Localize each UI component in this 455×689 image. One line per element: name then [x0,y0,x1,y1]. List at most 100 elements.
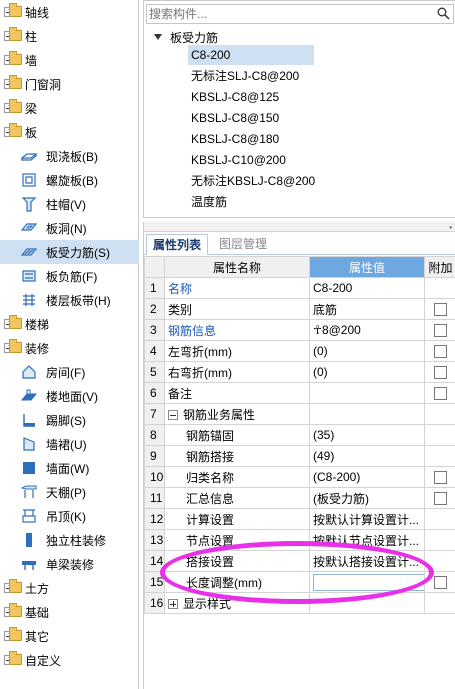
property-row[interactable]: 14 搭接设置 按默认搭接设置计... [144,550,455,572]
nav-item-dado[interactable]: 墙裙(U) [0,432,139,456]
extra-checkbox[interactable] [434,471,447,485]
property-value-cell[interactable]: (C8-200) [309,466,425,488]
nav-group-11[interactable]: 自定义 [0,648,139,672]
nav-group-2[interactable]: 墙 [0,48,139,72]
property-value[interactable]: (49) [313,449,334,463]
component-item[interactable]: KBSLJ-C8@150 [188,108,282,128]
component-item[interactable]: 无标注KBSLJ-C8@200 [188,171,318,191]
component-item[interactable]: C8-200 [188,45,314,65]
nav-item-negative-rebar[interactable]: 板负筋(F) [0,264,139,288]
property-value-cell[interactable]: 底筋 [309,298,425,320]
component-item[interactable]: KBSLJ-C8@180 [188,129,282,149]
property-row[interactable]: 8 钢筋锚固 (35) [144,424,455,446]
property-value-cell[interactable] [309,382,425,404]
property-row[interactable]: 6 备注 [144,382,455,404]
collapse-triangle-icon[interactable] [154,34,162,40]
nav-group-7[interactable]: 装修 [0,336,139,360]
property-value[interactable]: (35) [313,428,334,442]
extra-cell[interactable] [424,466,455,488]
property-row[interactable]: 4 左弯折(mm) (0) [144,340,455,362]
nav-item-column-finish[interactable]: 独立柱装修 [0,528,139,552]
property-value[interactable]: 按默认计算设置计... [313,513,419,527]
extra-checkbox[interactable] [434,576,447,590]
nav-group-0[interactable]: 轴线 [0,0,139,24]
component-item[interactable]: 温度筋 [188,192,230,212]
property-value-cell[interactable] [309,571,425,593]
property-value-cell[interactable]: ☥8@200 [309,319,425,341]
nav-item-column-cap[interactable]: 柱帽(V) [0,192,139,216]
extra-checkbox[interactable] [434,387,447,401]
extra-cell[interactable] [424,361,455,383]
nav-group-1[interactable]: 柱 [0,24,139,48]
extra-cell[interactable] [424,340,455,362]
property-value-cell[interactable]: C8-200 [309,277,425,299]
nav-item-suspended-ceiling[interactable]: 吊顶(K) [0,504,139,528]
property-row[interactable]: 9 钢筋搭接 (49) [144,445,455,467]
property-value[interactable]: ☥8@200 [313,323,361,337]
property-value[interactable]: 按默认搭接设置计... [313,555,419,569]
property-value-editor[interactable] [313,573,424,591]
tree-root[interactable]: 板受力筋 [154,27,218,47]
search-input[interactable] [149,7,434,21]
nav-group-8[interactable]: 土方 [0,576,139,600]
nav-item-beam-finish[interactable]: 单梁装修 [0,552,139,576]
property-value[interactable]: (0) [313,344,328,358]
nav-group-3[interactable]: 门窗洞 [0,72,139,96]
property-value[interactable]: (C8-200) [313,470,360,484]
property-row[interactable]: 5 右弯折(mm) (0) [144,361,455,383]
nav-group-9[interactable]: 基础 [0,600,139,624]
property-row[interactable]: 13 节点设置 按默认节点设置计... [144,529,455,551]
property-value-cell[interactable]: 按默认节点设置计... [309,529,425,551]
nav-item-room[interactable]: 房间(F) [0,360,139,384]
property-value[interactable]: 按默认节点设置计... [313,534,419,548]
nav-group-10[interactable]: 其它 [0,624,139,648]
property-value[interactable]: (0) [313,365,328,379]
property-row[interactable]: 12 计算设置 按默认计算设置计... [144,508,455,530]
nav-group-5[interactable]: 板 [0,120,139,144]
property-row[interactable]: 3 钢筋信息 ☥8@200 [144,319,455,341]
search-box[interactable] [146,4,454,24]
extra-checkbox[interactable] [434,492,447,506]
extra-checkbox[interactable] [434,345,447,359]
panel-menu-icon[interactable]: • [449,223,452,232]
nav-item-floor[interactable]: 楼地面(V) [0,384,139,408]
extra-checkbox[interactable] [434,303,447,317]
extra-cell[interactable] [424,298,455,320]
extra-checkbox[interactable] [434,366,447,380]
tab-property-list[interactable]: 属性列表 [146,234,209,255]
extra-cell[interactable] [424,382,455,404]
property-row[interactable]: 15 长度调整(mm) [144,571,455,593]
nav-group-4[interactable]: 梁 [0,96,139,120]
nav-item-skirting[interactable]: 踢脚(S) [0,408,139,432]
property-value-cell[interactable] [309,592,425,614]
nav-item-slab[interactable]: 现浇板(B) [0,144,139,168]
nav-item-spiral-slab[interactable]: 螺旋板(B) [0,168,139,192]
extra-checkbox[interactable] [434,324,447,338]
property-value-cell[interactable]: (0) [309,361,425,383]
property-row[interactable]: 16 显示样式 [144,592,455,614]
property-value-cell[interactable] [309,403,425,425]
property-row[interactable]: 10 归类名称 (C8-200) [144,466,455,488]
property-value[interactable]: C8-200 [313,281,352,295]
collapse-icon[interactable] [168,410,178,421]
component-item[interactable]: KBSLJ-C8@125 [188,87,282,107]
property-value-cell[interactable]: 按默认搭接设置计... [309,550,425,572]
property-value[interactable]: (板受力筋) [313,492,369,506]
property-value-cell[interactable]: 按默认计算设置计... [309,508,425,530]
property-value[interactable]: 底筋 [313,303,337,317]
property-row[interactable]: 7 钢筋业务属性 [144,403,455,425]
property-value-cell[interactable]: (板受力筋) [309,487,425,509]
property-row[interactable]: 1 名称 C8-200 [144,277,455,299]
property-row[interactable]: 11 汇总信息 (板受力筋) [144,487,455,509]
component-item[interactable]: 无标注SLJ-C8@200 [188,66,302,86]
component-item[interactable]: KBSLJ-C10@200 [188,150,289,170]
property-value-cell[interactable]: (0) [309,340,425,362]
property-value-cell[interactable]: (35) [309,424,425,446]
nav-item-slab-rebar[interactable]: 板受力筋(S) [0,240,139,264]
extra-cell[interactable] [424,571,455,593]
extra-cell[interactable] [424,319,455,341]
property-row[interactable]: 2 类别 底筋 [144,298,455,320]
nav-item-slab-strip[interactable]: 楼层板带(H) [0,288,139,312]
nav-item-slab-opening[interactable]: 板洞(N) [0,216,139,240]
search-icon[interactable] [437,7,450,23]
